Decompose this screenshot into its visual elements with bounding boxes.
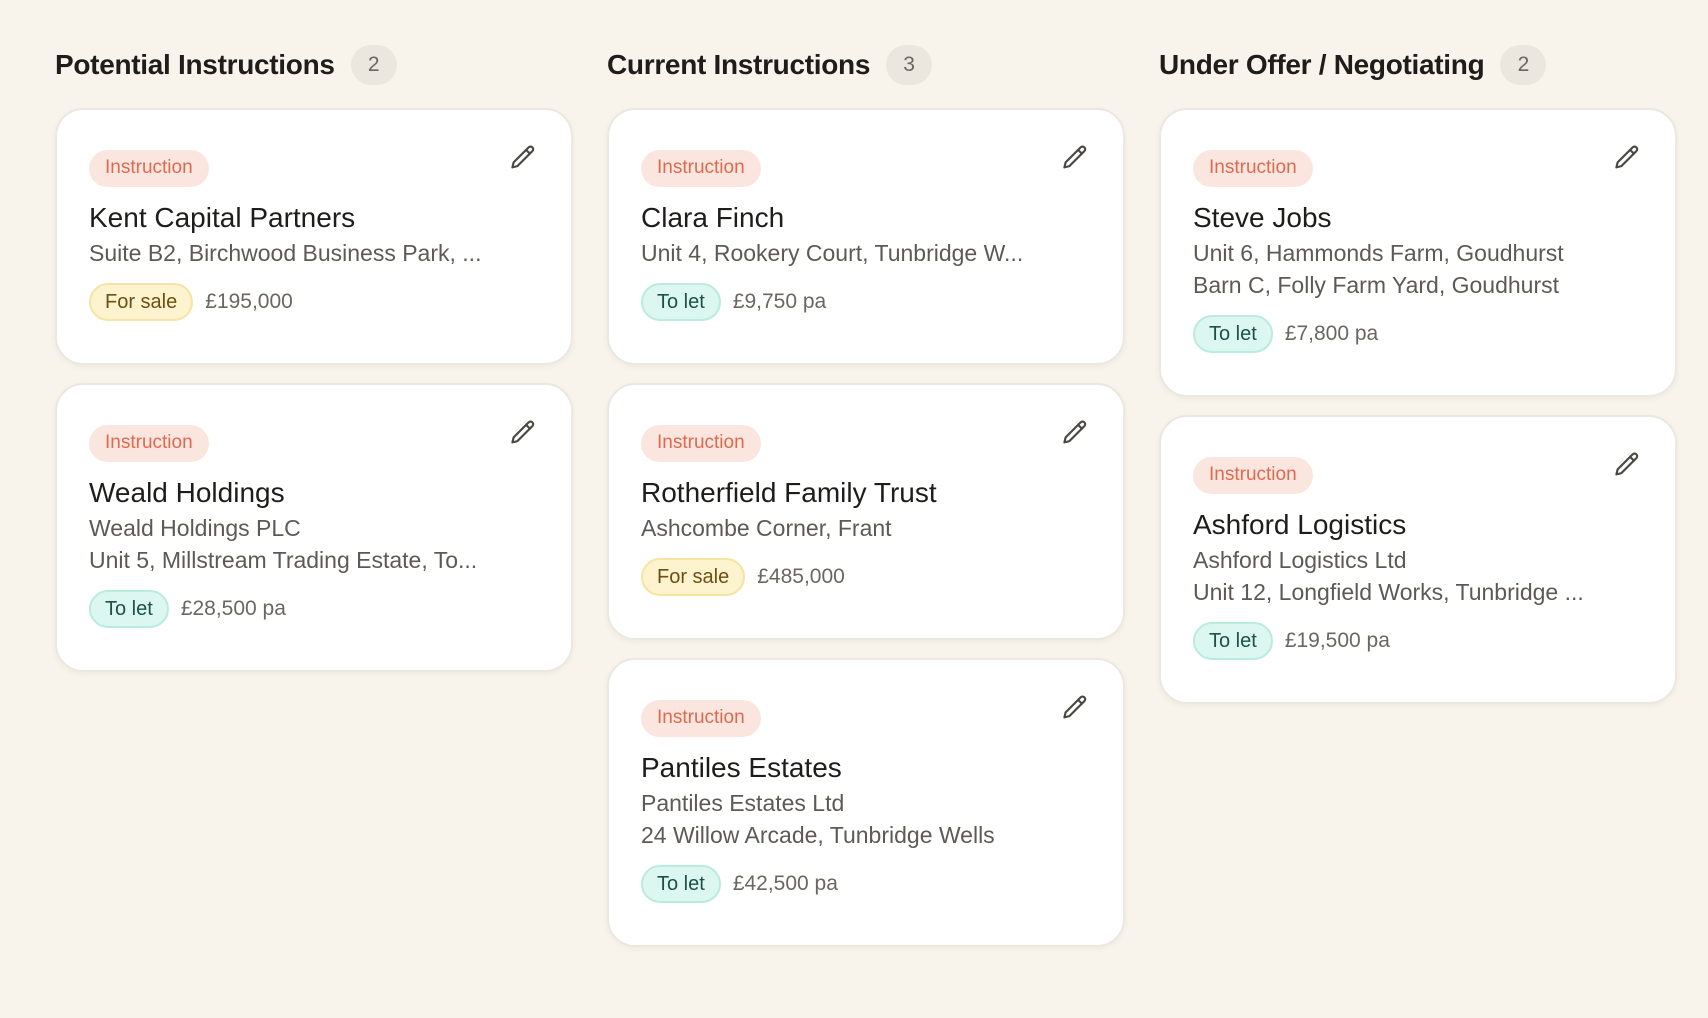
column-count-badge: 3: [886, 45, 933, 85]
instruction-tag: Instruction: [1193, 457, 1313, 494]
listing-status-badge: To let: [641, 283, 721, 321]
edit-button[interactable]: [505, 415, 541, 451]
card-detail-line: Ashford Logistics Ltd: [1193, 547, 1407, 573]
pencil-icon: [511, 420, 535, 444]
card-detail-line: Weald Holdings PLC: [89, 515, 301, 541]
card-meta: To let £7,800 pa: [1193, 315, 1643, 353]
edit-button[interactable]: [1609, 447, 1645, 483]
edit-button[interactable]: [1057, 690, 1093, 726]
client-name: Pantiles Estates: [641, 752, 842, 783]
column-cards: Instruction Kent Capital Partners Suite …: [55, 108, 573, 672]
card-detail-line: Pantiles Estates Ltd: [641, 790, 845, 816]
instruction-card[interactable]: Instruction Rotherfield Family Trust Ash…: [607, 383, 1125, 640]
column-header: Current Instructions 3: [607, 44, 1125, 86]
board-column: Current Instructions 3 Instruction Clara…: [607, 44, 1125, 965]
instruction-tag: Instruction: [89, 425, 209, 462]
edit-button[interactable]: [505, 140, 541, 176]
instruction-tag: Instruction: [641, 425, 761, 462]
instruction-card[interactable]: Instruction Pantiles Estates Pantiles Es…: [607, 658, 1125, 947]
column-title: Potential Instructions: [55, 49, 335, 80]
pencil-icon: [511, 145, 535, 169]
client-name: Rotherfield Family Trust: [641, 477, 937, 508]
instruction-tag: Instruction: [1193, 150, 1313, 187]
column-header: Under Offer / Negotiating 2: [1159, 44, 1677, 86]
listing-status-badge: To let: [641, 865, 721, 903]
instruction-tag: Instruction: [89, 150, 209, 187]
board-column: Under Offer / Negotiating 2 Instruction …: [1159, 44, 1677, 965]
price: £7,800 pa: [1284, 322, 1379, 345]
client-name: Kent Capital Partners: [89, 202, 356, 233]
pencil-icon: [1063, 145, 1087, 169]
card-details: Suite B2, Birchwood Business Park, ...: [89, 237, 539, 269]
client-name: Weald Holdings: [89, 477, 285, 508]
column-cards: Instruction Clara Finch Unit 4, Rookery …: [607, 108, 1125, 947]
price: £42,500 pa: [732, 872, 838, 895]
edit-button[interactable]: [1057, 140, 1093, 176]
pencil-icon: [1063, 695, 1087, 719]
card-details: Pantiles Estates Ltd 24 Willow Arcade, Tu…: [641, 787, 1091, 851]
listing-status-badge: For sale: [641, 558, 746, 596]
card-details: Ashford Logistics Ltd Unit 12, Longfield …: [1193, 544, 1643, 608]
card-details: Unit 4, Rookery Court, Tunbridge W...: [641, 237, 1091, 269]
card-meta: For sale £195,000: [89, 283, 539, 321]
column-title: Current Instructions: [607, 49, 871, 80]
column-count-badge: 2: [350, 45, 397, 85]
card-details: Ashcombe Corner, Frant: [641, 512, 1091, 544]
client-name: Ashford Logistics: [1193, 509, 1407, 540]
card-meta: To let £19,500 pa: [1193, 622, 1643, 660]
board-column: Potential Instructions 2 Instruction Ken…: [55, 44, 573, 965]
instruction-tag: Instruction: [641, 150, 761, 187]
column-cards: Instruction Steve Jobs Unit 6, Hammonds …: [1159, 108, 1677, 704]
card-detail-line: Unit 4, Rookery Court, Tunbridge W...: [641, 240, 1024, 266]
instruction-tag: Instruction: [641, 700, 761, 737]
pencil-icon: [1063, 420, 1087, 444]
pencil-icon: [1615, 452, 1639, 476]
instruction-card[interactable]: Instruction Weald Holdings Weald Holding…: [55, 383, 573, 672]
listing-status-badge: To let: [1193, 622, 1273, 660]
price: £19,500 pa: [1284, 629, 1390, 652]
price: £485,000: [757, 565, 845, 588]
instruction-card[interactable]: Instruction Kent Capital Partners Suite …: [55, 108, 573, 365]
price: £195,000: [205, 290, 293, 313]
card-detail-line: Ashcombe Corner, Frant: [641, 515, 892, 541]
card-detail-line: Unit 5, Millstream Trading Estate, To...: [89, 547, 478, 573]
price: £9,750 pa: [732, 290, 827, 313]
price: £28,500 pa: [180, 597, 286, 620]
column-title: Under Offer / Negotiating: [1159, 49, 1485, 80]
edit-button[interactable]: [1057, 415, 1093, 451]
card-meta: To let £42,500 pa: [641, 865, 1091, 903]
instruction-card[interactable]: Instruction Ashford Logistics Ashford Lo…: [1159, 415, 1677, 704]
card-detail-line: Unit 12, Longfield Works, Tunbridge ...: [1193, 579, 1584, 605]
card-detail-line: Suite B2, Birchwood Business Park, ...: [89, 240, 482, 266]
listing-status-badge: For sale: [89, 283, 194, 321]
card-detail-line: Unit 6, Hammonds Farm, Goudhurst: [1193, 240, 1564, 266]
card-meta: To let £9,750 pa: [641, 283, 1091, 321]
column-count-badge: 2: [1500, 45, 1547, 85]
column-header: Potential Instructions 2: [55, 44, 573, 86]
card-meta: To let £28,500 pa: [89, 590, 539, 628]
card-detail-line: 24 Willow Arcade, Tunbridge Wells: [641, 822, 995, 848]
pencil-icon: [1615, 145, 1639, 169]
listing-status-badge: To let: [1193, 315, 1273, 353]
client-name: Steve Jobs: [1193, 202, 1332, 233]
edit-button[interactable]: [1609, 140, 1645, 176]
card-meta: For sale £485,000: [641, 558, 1091, 596]
card-details: Unit 6, Hammonds Farm, Goudhurst Barn C, …: [1193, 237, 1643, 301]
kanban-board: Potential Instructions 2 Instruction Ken…: [55, 44, 1677, 965]
card-details: Weald Holdings PLC Unit 5, Millstream Tra…: [89, 512, 539, 576]
listing-status-badge: To let: [89, 590, 169, 628]
instruction-card[interactable]: Instruction Clara Finch Unit 4, Rookery …: [607, 108, 1125, 365]
card-detail-line: Barn C, Folly Farm Yard, Goudhurst: [1193, 272, 1560, 298]
instruction-card[interactable]: Instruction Steve Jobs Unit 6, Hammonds …: [1159, 108, 1677, 397]
client-name: Clara Finch: [641, 202, 785, 233]
